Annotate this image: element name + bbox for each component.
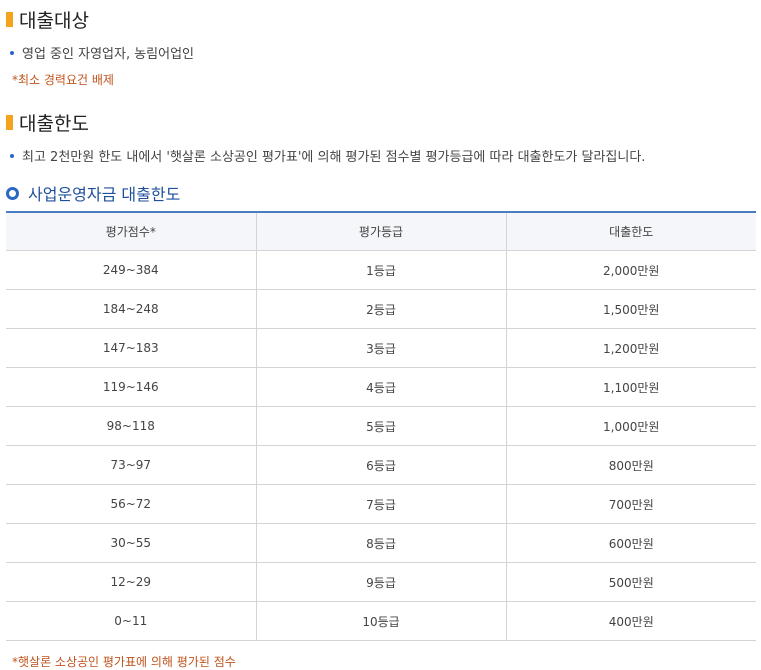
cell-limit: 700만원 [505, 484, 756, 524]
cell-limit: 600만원 [505, 523, 756, 563]
cell-score: 119~146 [6, 367, 256, 407]
table-footnote: *햇살론 소상공인 평가표에 의해 평가된 점수 [12, 655, 236, 669]
table-row: 56~72 7등급 700만원 [6, 484, 756, 524]
table-row: 119~146 4등급 1,100만원 [6, 367, 756, 407]
cell-limit: 1,100만원 [505, 367, 756, 407]
cell-limit: 1,200만원 [505, 328, 756, 368]
table-header-row: 평가점수* 평가등급 대출한도 [6, 212, 756, 251]
table-row: 30~55 8등급 600만원 [6, 523, 756, 563]
orange-bar-icon [6, 115, 13, 130]
bullet-icon [10, 50, 14, 55]
section-title-text: 대출대상 [19, 10, 89, 32]
loan-limit-item: 최고 2천만원 한도 내에서 '햇살론 소상공인 평가표'에 의해 평가된 점수… [10, 146, 645, 165]
table-row: 73~97 6등급 800만원 [6, 445, 756, 485]
cell-score: 12~29 [6, 562, 256, 602]
cell-score: 73~97 [6, 445, 256, 485]
cell-grade: 7등급 [255, 484, 506, 524]
table-row: 184~248 2등급 1,500만원 [6, 289, 756, 329]
header-limit: 대출한도 [505, 212, 756, 251]
section-title-loan-target: 대출대상 [6, 6, 89, 33]
loan-target-note: *최소 경력요건 배제 [12, 73, 114, 87]
cell-grade: 6등급 [255, 445, 506, 485]
ring-bullet-icon [6, 186, 19, 200]
table-row: 12~29 9등급 500만원 [6, 562, 756, 602]
cell-score: 147~183 [6, 328, 256, 368]
cell-grade: 3등급 [255, 328, 506, 368]
cell-limit: 1,000만원 [505, 406, 756, 446]
cell-limit: 2,000만원 [505, 250, 756, 290]
cell-limit: 1,500만원 [505, 289, 756, 329]
cell-grade: 10등급 [255, 601, 506, 641]
section-title-loan-limit: 대출한도 [6, 109, 89, 136]
cell-grade: 5등급 [255, 406, 506, 446]
loan-limit-table: 평가점수* 평가등급 대출한도 249~384 1등급 2,000만원 184~24… [6, 211, 756, 641]
subsection-title: 사업운영자금 대출한도 [6, 181, 180, 205]
cell-grade: 4등급 [255, 367, 506, 407]
cell-grade: 9등급 [255, 562, 506, 602]
cell-limit: 800만원 [505, 445, 756, 485]
header-grade: 평가등급 [255, 212, 506, 251]
bullet-icon [10, 153, 14, 158]
cell-score: 249~384 [6, 250, 256, 290]
table-row: 147~183 3등급 1,200만원 [6, 328, 756, 368]
orange-bar-icon [6, 12, 13, 27]
cell-limit: 400만원 [505, 601, 756, 641]
table-row: 0~11 10등급 400만원 [6, 601, 756, 641]
cell-grade: 1등급 [255, 250, 506, 290]
subsection-title-text: 사업운영자금 대출한도 [28, 185, 181, 204]
cell-score: 184~248 [6, 289, 256, 329]
table-row: 98~118 5등급 1,000만원 [6, 406, 756, 446]
section-title-text: 대출한도 [19, 113, 89, 135]
cell-score: 0~11 [6, 601, 256, 641]
cell-grade: 2등급 [255, 289, 506, 329]
cell-score: 98~118 [6, 406, 256, 446]
loan-target-item: 영업 중인 자영업자, 농림어업인 [10, 43, 194, 62]
header-score: 평가점수* [6, 212, 256, 251]
loan-limit-text: 최고 2천만원 한도 내에서 '햇살론 소상공인 평가표'에 의해 평가된 점수… [22, 150, 646, 165]
cell-score: 56~72 [6, 484, 256, 524]
loan-target-text: 영업 중인 자영업자, 농림어업인 [22, 47, 195, 62]
table-row: 249~384 1등급 2,000만원 [6, 250, 756, 290]
cell-limit: 500만원 [505, 562, 756, 602]
cell-grade: 8등급 [255, 523, 506, 563]
cell-score: 30~55 [6, 523, 256, 563]
